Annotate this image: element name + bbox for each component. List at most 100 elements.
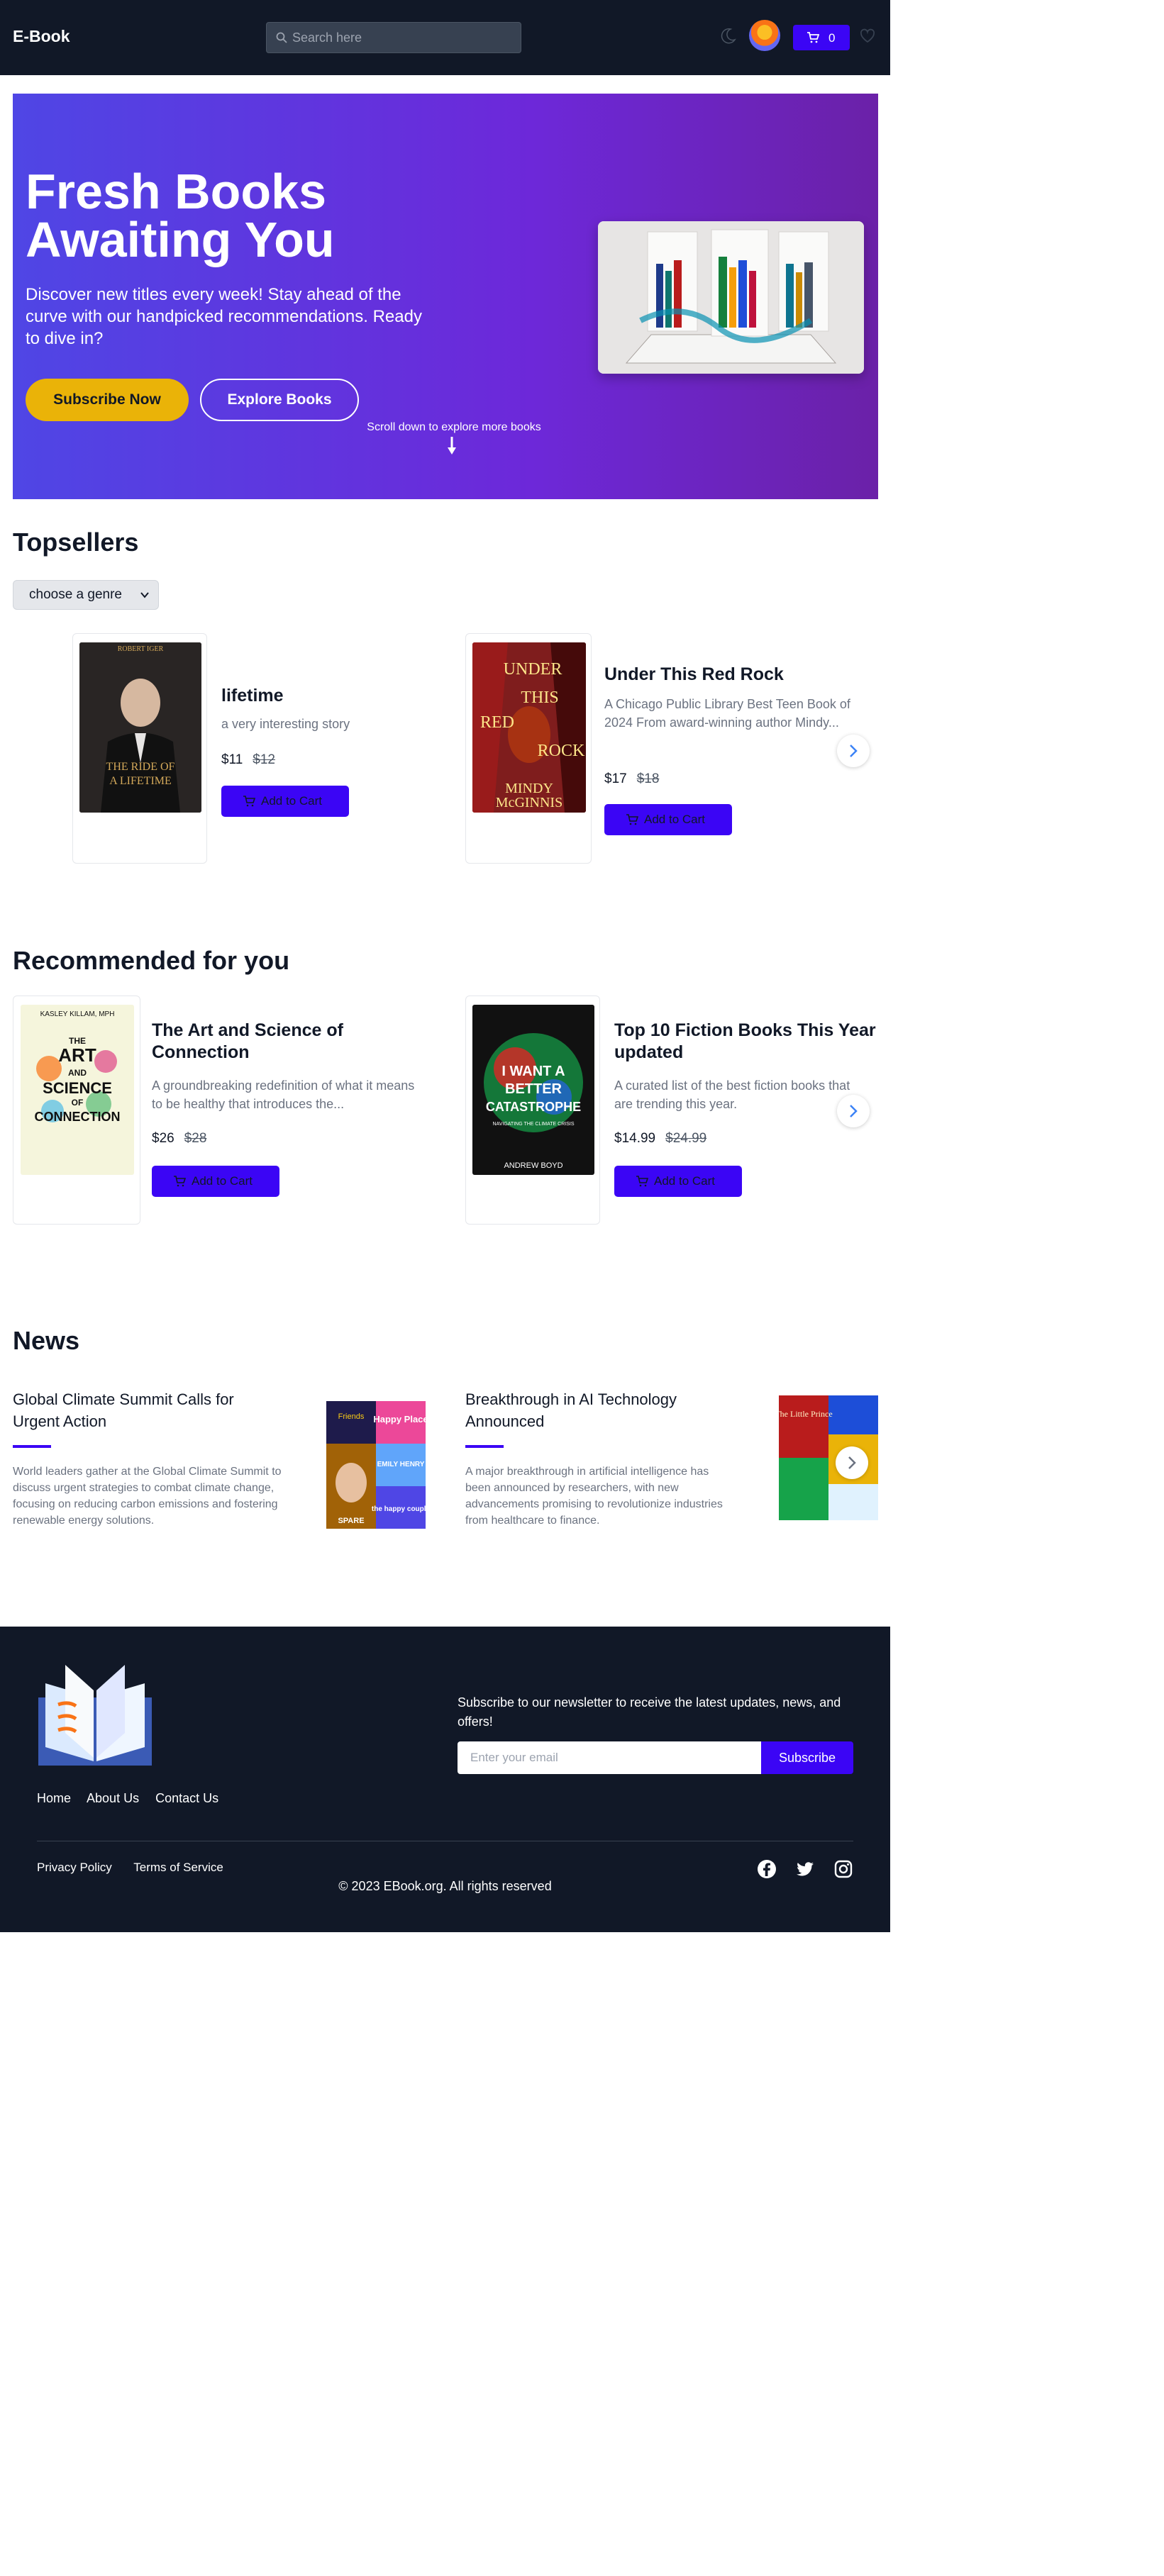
- search-box[interactable]: [266, 22, 521, 53]
- book-price: $17 $18: [604, 771, 659, 787]
- book-description: a very interesting story: [221, 717, 350, 731]
- chevron-right-icon: [850, 745, 858, 757]
- old-price: $18: [636, 771, 660, 786]
- privacy-policy-link[interactable]: Privacy Policy: [37, 1861, 112, 1874]
- cover-author-line1: MINDY: [505, 781, 553, 796]
- book-cover[interactable]: UNDER THIS RED ROCK MINDY McGINNIS: [472, 642, 586, 813]
- news-accent-bar: [13, 1445, 51, 1448]
- book-cover[interactable]: ROBERT IGER THE RIDE OF A LIFETIME: [79, 642, 201, 813]
- cover-title-line4: SCIENCE: [43, 1079, 112, 1097]
- footer-nav: Home About Us Contact Us: [37, 1791, 231, 1806]
- book-cover[interactable]: KASLEY KILLAM, MPH THE ART AND SCIENCE O…: [21, 1005, 134, 1175]
- subscribe-now-button[interactable]: Subscribe Now: [26, 379, 189, 421]
- cover-author: ANDREW BOYD: [504, 1161, 562, 1170]
- cover-subtitle: NAVIGATING THE CLIMATE CRISIS: [493, 1122, 575, 1127]
- cart-count: 0: [828, 31, 836, 45]
- cover-the-ride-of-a-lifetime: ROBERT IGER THE RIDE OF A LIFETIME: [79, 642, 201, 813]
- search-input[interactable]: [292, 23, 512, 52]
- hero-subtitle: Discover new titles every week! Stay ahe…: [26, 285, 422, 348]
- cover-title-line3: RED: [480, 713, 514, 732]
- footer-link-home[interactable]: Home: [37, 1791, 71, 1805]
- genre-select[interactable]: choose a genre: [13, 580, 159, 610]
- cover-title-line1: THE RIDE OF: [106, 761, 175, 773]
- news-title[interactable]: Global Climate Summit Calls for Urgent A…: [13, 1388, 268, 1432]
- news-image-label: The Little Prince: [779, 1409, 833, 1419]
- news-description: World leaders gather at the Global Clima…: [13, 1466, 282, 1527]
- hero-bookstore-image: [598, 221, 864, 374]
- current-price: $11: [221, 752, 243, 767]
- news-title[interactable]: Breakthrough in AI Technology Announced: [465, 1388, 721, 1432]
- book-title[interactable]: The Art and Science of Connection: [152, 1020, 407, 1064]
- news-image[interactable]: Friends Happy Place EMILY HENRY SPARE th…: [326, 1401, 426, 1529]
- topsellers-next-button[interactable]: [837, 735, 870, 767]
- scroll-note: Scroll down to explore more books: [367, 421, 541, 433]
- book-card[interactable]: ROBERT IGER THE RIDE OF A LIFETIME: [72, 633, 207, 864]
- old-price: $24.99: [665, 1131, 707, 1146]
- news-image-label: Friends: [338, 1412, 365, 1421]
- topsellers-heading: Topsellers: [13, 528, 139, 557]
- news-heading: News: [13, 1326, 80, 1355]
- newsletter-subscribe-button[interactable]: Subscribe: [761, 1741, 853, 1774]
- book-card[interactable]: I WANT A BETTER CATASTROPHE NAVIGATING T…: [465, 996, 600, 1225]
- book-price: $14.99 $24.99: [614, 1131, 706, 1147]
- cover-author: ROBERT IGER: [118, 645, 164, 653]
- add-to-cart-button[interactable]: Add to Cart: [221, 786, 349, 817]
- book-title[interactable]: Top 10 Fiction Books This Year updated: [614, 1020, 877, 1064]
- book-card[interactable]: UNDER THIS RED ROCK MINDY McGINNIS: [465, 633, 592, 864]
- moon-icon[interactable]: [719, 27, 737, 45]
- cover-title-line6: CONNECTION: [35, 1110, 121, 1124]
- footer: Home About Us Contact Us Subscribe to ou…: [0, 1627, 890, 1932]
- cart-button[interactable]: 0: [793, 25, 850, 50]
- cover-title-line2: ART: [58, 1044, 96, 1066]
- chevron-right-icon: [848, 1456, 856, 1469]
- book-description: A Chicago Public Library Best Teen Book …: [604, 697, 850, 730]
- newsletter-email-input[interactable]: [458, 1741, 761, 1774]
- hero-title: Fresh Books Awaiting You: [26, 164, 335, 267]
- explore-books-button[interactable]: Explore Books: [200, 379, 359, 421]
- chevron-down-icon: [140, 592, 149, 598]
- news-image-label: EMILY HENRY: [377, 1461, 425, 1468]
- cover-title-line3: CATASTROPHE: [486, 1100, 581, 1114]
- twitter-icon[interactable]: [795, 1859, 815, 1879]
- footer-link-contact[interactable]: Contact Us: [155, 1791, 218, 1805]
- cover-art-and-science-of-connection: KASLEY KILLAM, MPH THE ART AND SCIENCE O…: [21, 1005, 134, 1175]
- old-price: $12: [253, 752, 275, 767]
- bookstore-illustration: [598, 221, 864, 374]
- add-to-cart-button[interactable]: Add to Cart: [152, 1166, 279, 1197]
- old-price: $28: [184, 1131, 207, 1146]
- copyright-text: © 2023 EBook.org. All rights reserved: [338, 1879, 552, 1893]
- recommended-next-button[interactable]: [837, 1095, 870, 1127]
- add-to-cart-button[interactable]: Add to Cart: [614, 1166, 742, 1197]
- add-to-cart-label: Add to Cart: [192, 1174, 253, 1188]
- cover-title-line5: OF: [72, 1098, 84, 1108]
- book-title[interactable]: lifetime: [221, 685, 420, 707]
- book-price: $11 $12: [221, 752, 275, 768]
- heart-icon[interactable]: [860, 28, 875, 44]
- chevron-right-icon: [850, 1105, 858, 1117]
- add-to-cart-label: Add to Cart: [654, 1174, 715, 1188]
- news-accent-bar: [465, 1445, 504, 1448]
- arrow-down-icon: [448, 437, 456, 455]
- cover-under-this-red-rock: UNDER THIS RED ROCK MINDY McGINNIS: [472, 642, 586, 813]
- navbar: E-Book 0: [0, 0, 890, 75]
- avatar[interactable]: [749, 20, 780, 51]
- book-description: A groundbreaking redefinition of what it…: [152, 1078, 415, 1111]
- news-image-label: Happy Place: [373, 1414, 426, 1424]
- search-icon: [276, 32, 287, 43]
- facebook-icon[interactable]: [757, 1859, 777, 1879]
- current-price: $17: [604, 771, 627, 786]
- newsletter-text: Subscribe to our newsletter to receive t…: [458, 1695, 841, 1729]
- footer-link-about[interactable]: About Us: [87, 1791, 139, 1805]
- brand-logo[interactable]: E-Book: [13, 27, 70, 46]
- book-price: $26 $28: [152, 1131, 206, 1147]
- book-title[interactable]: Under This Red Rock: [604, 664, 874, 686]
- instagram-icon[interactable]: [833, 1859, 853, 1879]
- cover-title-line1: UNDER: [504, 660, 562, 679]
- terms-of-service-link[interactable]: Terms of Service: [133, 1861, 223, 1874]
- book-card[interactable]: KASLEY KILLAM, MPH THE ART AND SCIENCE O…: [13, 996, 140, 1225]
- legal-links: Privacy Policy Terms of Service: [37, 1861, 242, 1875]
- book-logo-icon[interactable]: [37, 1662, 153, 1767]
- add-to-cart-button[interactable]: Add to Cart: [604, 804, 732, 835]
- news-next-button[interactable]: [836, 1446, 868, 1479]
- book-cover[interactable]: I WANT A BETTER CATASTROPHE NAVIGATING T…: [472, 1005, 594, 1175]
